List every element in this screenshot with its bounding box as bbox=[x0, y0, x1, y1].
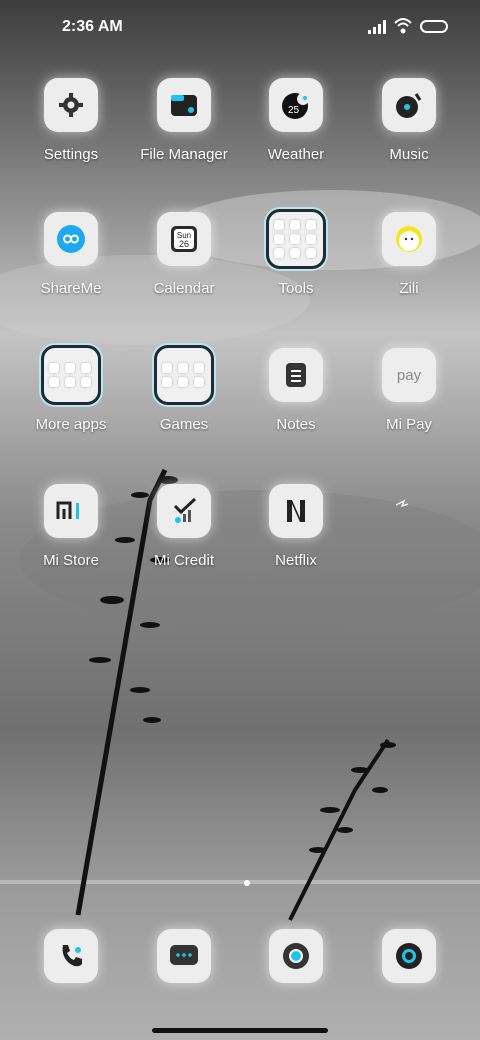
folder-icon bbox=[157, 78, 211, 132]
app-shareme[interactable]: ShareMe bbox=[16, 212, 126, 297]
app-mi-store[interactable]: Mi Store bbox=[16, 484, 126, 569]
camera-icon bbox=[382, 929, 436, 983]
app-mi-credit[interactable]: Mi Credit bbox=[129, 484, 239, 569]
mi-credit-icon bbox=[157, 484, 211, 538]
app-music[interactable]: Music bbox=[354, 78, 464, 163]
app-label: Mi Credit bbox=[153, 552, 214, 569]
app-label: Netflix bbox=[275, 552, 317, 569]
notes-icon bbox=[269, 348, 323, 402]
app-label: Calendar bbox=[153, 280, 215, 297]
folder-games[interactable]: Games bbox=[129, 345, 239, 433]
tools-folder-icon bbox=[266, 209, 326, 269]
folder-tools[interactable]: Tools bbox=[241, 209, 351, 297]
dock-messages[interactable] bbox=[129, 929, 239, 983]
weather-temp: 25 bbox=[288, 105, 300, 116]
app-label: Games bbox=[159, 416, 209, 433]
app-zili[interactable]: Zili bbox=[354, 212, 464, 297]
app-calendar[interactable]: Sun 26 Calendar bbox=[129, 212, 239, 297]
app-netflix[interactable]: Netflix bbox=[241, 484, 351, 569]
dock-phone[interactable] bbox=[16, 929, 126, 983]
status-bar: 2:36 AM bbox=[0, 0, 480, 56]
weather-icon: 25 bbox=[269, 78, 323, 132]
games-folder-icon bbox=[154, 345, 214, 405]
app-label: Notes bbox=[276, 416, 316, 433]
mi-store-icon bbox=[44, 484, 98, 538]
app-label: ShareMe bbox=[40, 280, 102, 297]
app-mi-pay[interactable]: pay Mi Pay bbox=[354, 348, 464, 433]
app-label: Zili bbox=[399, 280, 419, 297]
app-label: Tools bbox=[278, 280, 314, 297]
app-settings[interactable]: Settings bbox=[16, 78, 126, 163]
app-label: Music bbox=[389, 146, 429, 163]
netflix-icon bbox=[269, 484, 323, 538]
calendar-icon: Sun 26 bbox=[157, 212, 211, 266]
folder-more-apps[interactable]: More apps bbox=[16, 345, 126, 433]
app-label: Mi Store bbox=[43, 552, 99, 569]
messages-icon bbox=[157, 929, 211, 983]
settings-icon bbox=[44, 78, 98, 132]
status-time: 2:36 AM bbox=[62, 18, 123, 35]
shareme-icon bbox=[44, 212, 98, 266]
dock-chrome[interactable] bbox=[241, 929, 351, 983]
app-label: File Manager bbox=[140, 146, 228, 163]
calendar-date: 26 bbox=[179, 239, 189, 249]
app-label: Mi Pay bbox=[386, 416, 432, 433]
wifi-icon bbox=[394, 18, 412, 34]
app-label: Settings bbox=[43, 146, 99, 163]
app-label: More apps bbox=[35, 416, 107, 433]
home-indicator[interactable] bbox=[152, 1028, 328, 1033]
app-weather[interactable]: 25 Weather bbox=[241, 78, 351, 163]
battery-icon bbox=[420, 20, 448, 33]
music-icon bbox=[382, 78, 436, 132]
dock-camera[interactable] bbox=[354, 929, 464, 983]
app-notes[interactable]: Notes bbox=[241, 348, 351, 433]
page-indicator bbox=[244, 880, 250, 886]
app-label: Weather bbox=[267, 146, 325, 163]
chrome-icon bbox=[269, 929, 323, 983]
zili-icon bbox=[382, 212, 436, 266]
app-file-manager[interactable]: File Manager bbox=[129, 78, 239, 163]
mi-pay-glyph: pay bbox=[396, 366, 422, 384]
signal-icon bbox=[368, 20, 386, 34]
phone-icon bbox=[44, 929, 98, 983]
mi-pay-icon: pay bbox=[382, 348, 436, 402]
more-apps-folder-icon bbox=[41, 345, 101, 405]
